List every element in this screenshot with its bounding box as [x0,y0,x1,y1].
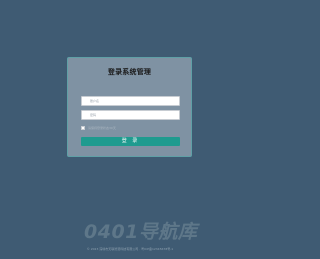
login-panel: 登录系统管理 请保持登录状态30天 登 录 [67,57,192,157]
login-button[interactable]: 登 录 [81,137,180,146]
remember-me-row[interactable]: 请保持登录状态30天 [81,125,116,131]
site-watermark: 0401导航库 [84,221,198,243]
remember-me-checkbox[interactable] [81,126,85,130]
username-input[interactable] [81,96,180,106]
login-title: 登录系统管理 [107,68,152,76]
password-input[interactable] [81,110,180,120]
footer-copyright: © 2023 深圳市天联智慧科技有限公司 · 粤ICP备12345678号-1 [86,247,174,251]
remember-me-label: 请保持登录状态30天 [88,126,116,130]
